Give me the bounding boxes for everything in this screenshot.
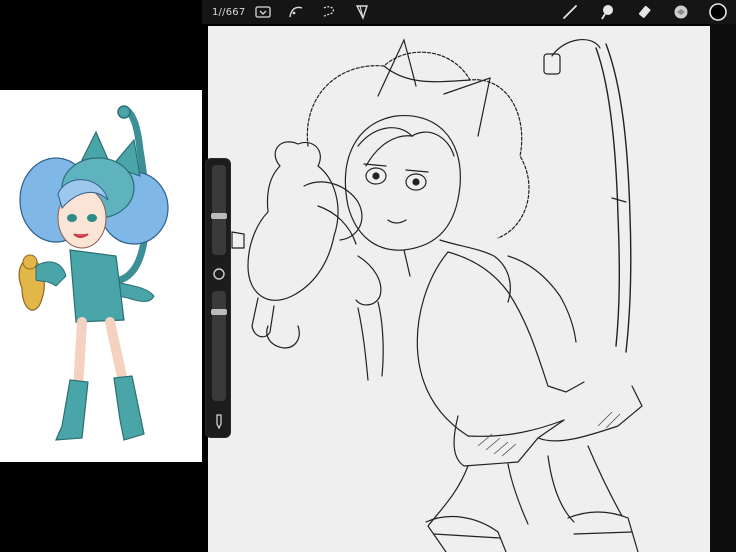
- toolbar-right-group: [558, 0, 736, 24]
- canvas-right-edge: [710, 24, 736, 552]
- brush-icon[interactable]: [558, 0, 582, 24]
- modify-button[interactable]: [210, 265, 228, 283]
- reference-character-illustration: [18, 105, 169, 441]
- top-toolbar: 1//667: [202, 0, 736, 24]
- reference-image-panel[interactable]: [0, 90, 202, 462]
- side-toolbar: [205, 158, 231, 438]
- smudge-icon[interactable]: [595, 0, 619, 24]
- adjustments-icon[interactable]: [284, 0, 308, 24]
- gallery-actions-icon[interactable]: [251, 0, 275, 24]
- frame-counter: 1//667: [212, 6, 246, 18]
- layers-icon[interactable]: [669, 0, 693, 24]
- eyedropper-icon[interactable]: [210, 413, 228, 431]
- procreate-screen: 1//667: [0, 0, 736, 552]
- opacity-thumb[interactable]: [211, 309, 227, 315]
- color-swatch-icon[interactable]: [706, 0, 730, 24]
- drawing-canvas[interactable]: [208, 26, 710, 552]
- transform-icon[interactable]: [350, 0, 374, 24]
- brush-size-slider[interactable]: [211, 165, 227, 255]
- selection-icon[interactable]: [317, 0, 341, 24]
- toolbar-left-group: 1//667: [202, 0, 383, 24]
- brush-size-thumb[interactable]: [211, 213, 227, 219]
- lineart-drawing: [231, 38, 643, 552]
- opacity-slider[interactable]: [211, 291, 227, 401]
- eraser-icon[interactable]: [632, 0, 656, 24]
